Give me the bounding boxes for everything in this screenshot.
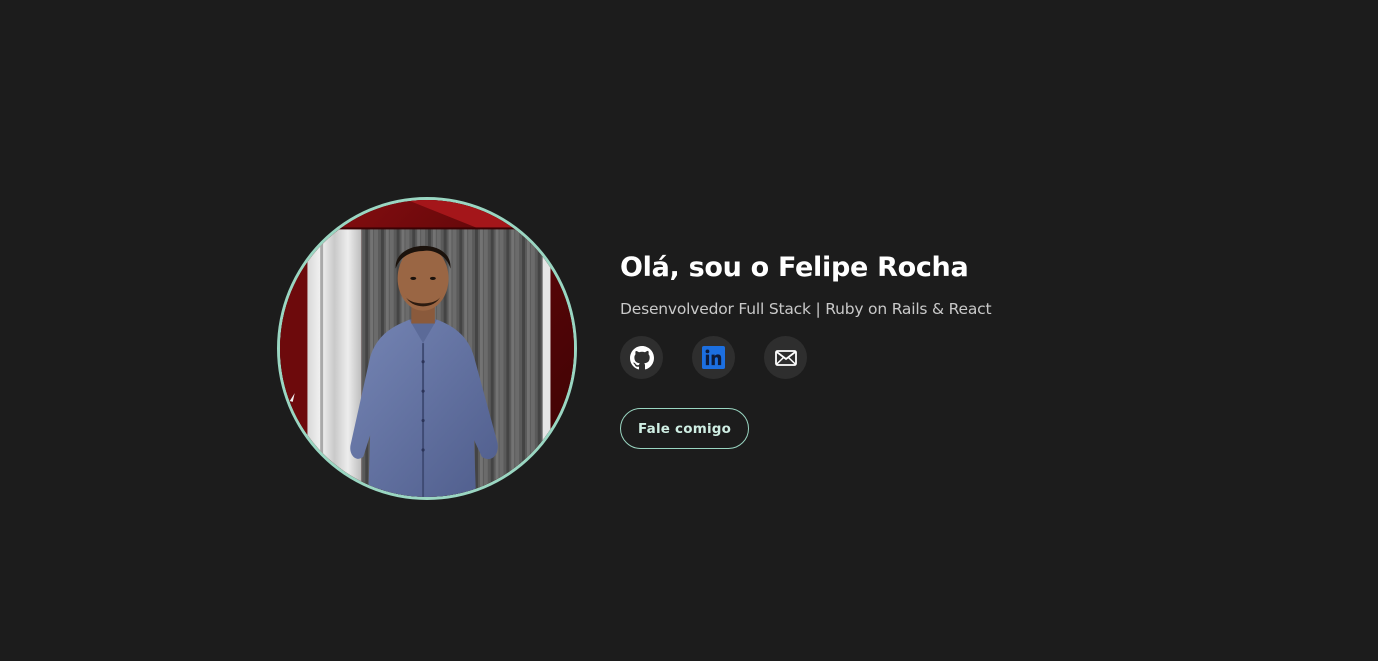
page-title: Olá, sou o Felipe Rocha [620, 252, 969, 283]
contact-button[interactable]: Fale comigo [620, 408, 750, 449]
role-subtitle: Desenvolvedor Full Stack | Ruby on Rails… [620, 300, 992, 318]
mail-icon [774, 349, 797, 366]
github-icon [629, 345, 654, 369]
social-links [620, 336, 1040, 379]
github-link[interactable] [620, 336, 663, 379]
email-link[interactable] [764, 336, 807, 379]
profile-photo [277, 197, 577, 500]
hero-section: Olá, sou o Felipe Rocha Desenvolvedor Fu… [277, 197, 1037, 507]
intro: Olá, sou o Felipe Rocha Desenvolvedor Fu… [620, 249, 1040, 449]
linkedin-link[interactable] [692, 336, 735, 379]
profile-photo-illustration [280, 200, 574, 497]
linkedin-icon [702, 346, 725, 369]
